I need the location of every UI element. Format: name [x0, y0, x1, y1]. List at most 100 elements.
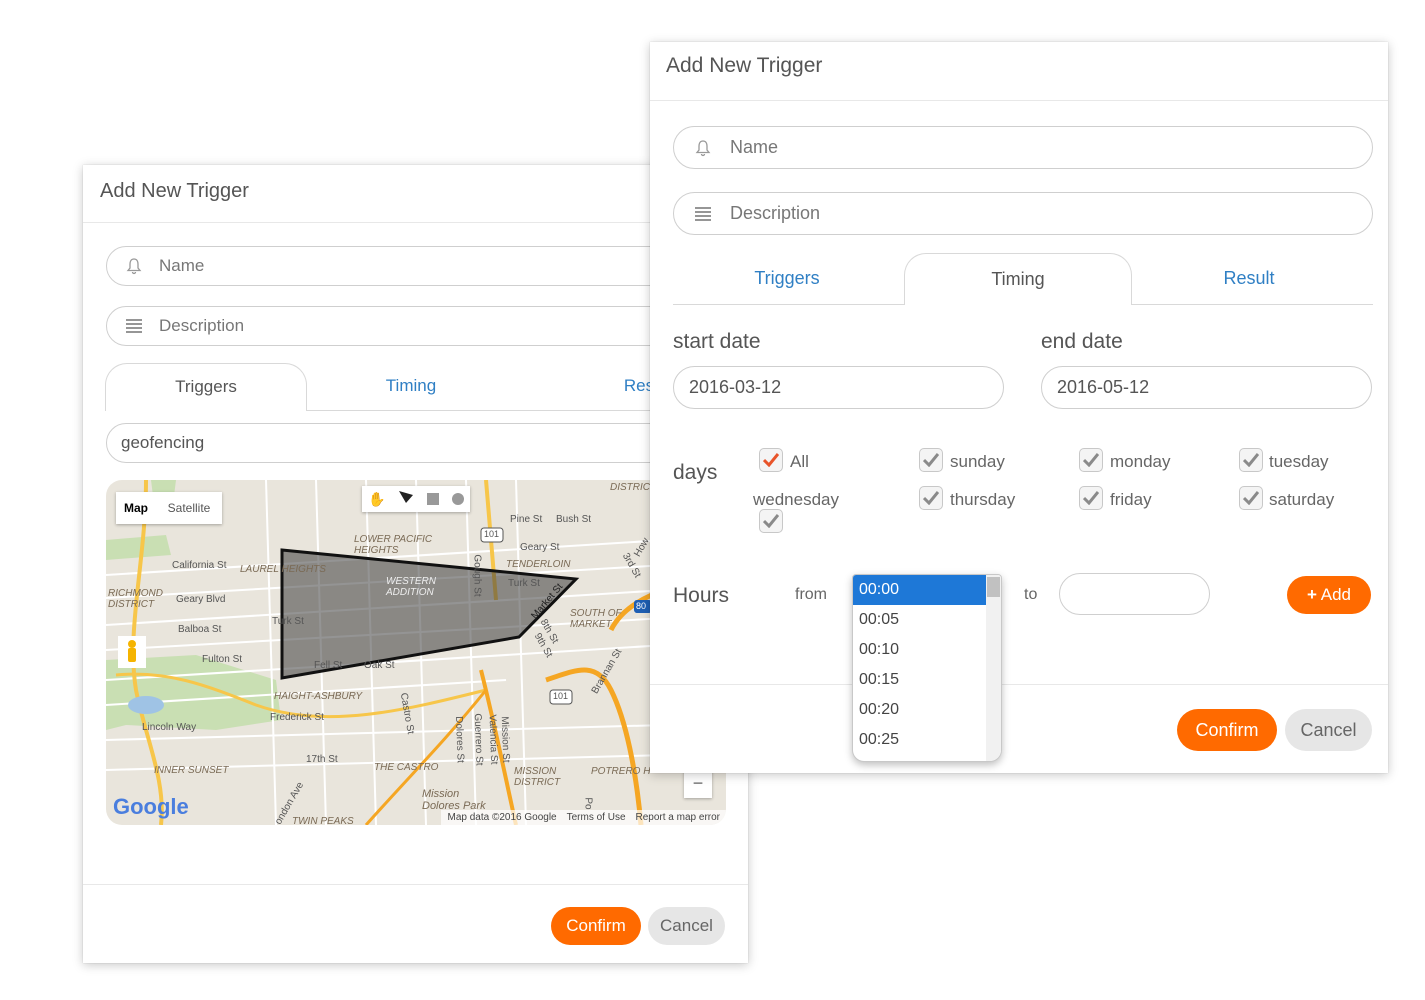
checkbox-wednesday[interactable]	[759, 509, 783, 533]
from-time-dropdown[interactable]: 00:00 00:05 00:10 00:15 00:20 00:25	[852, 574, 1002, 762]
checkbox-saturday[interactable]	[1239, 486, 1263, 510]
start-date-label: start date	[673, 330, 761, 353]
report-error-link[interactable]: Report a map error	[636, 812, 720, 823]
checkbox-friday[interactable]	[1079, 486, 1103, 510]
checkbox-thursday[interactable]	[919, 486, 943, 510]
google-logo: Google	[113, 794, 189, 819]
check-icon	[763, 514, 779, 528]
name-placeholder: Name	[159, 256, 205, 275]
check-icon	[1243, 453, 1259, 467]
check-icon	[1243, 491, 1259, 505]
map-label-mission: MISSION DISTRICT	[514, 766, 561, 788]
map-type-satellite[interactable]: Satellite	[156, 492, 222, 524]
tab-baseline-left	[673, 304, 904, 305]
check-icon	[923, 491, 939, 505]
front-dialog: Add New Trigger Name Description Trigger…	[650, 42, 1388, 773]
map-footer: Map data ©2016 Google Terms of Use Repor…	[441, 810, 726, 825]
street-label: Fell St	[314, 660, 343, 671]
map-type-control: Map Satellite	[116, 492, 222, 524]
trigger-type-select[interactable]: geofencing	[106, 423, 706, 463]
tab-result[interactable]: Result	[1135, 254, 1363, 302]
plus-icon: +	[1307, 585, 1317, 604]
map-type-map[interactable]: Map	[116, 492, 156, 524]
map-label-castro: THE CASTRO	[374, 762, 439, 773]
checkbox-monday[interactable]	[1079, 448, 1103, 472]
add-label: Add	[1320, 585, 1351, 604]
name-field[interactable]: Name	[673, 126, 1373, 169]
title-divider	[650, 100, 1388, 101]
hand-icon[interactable]: ✋	[368, 491, 385, 508]
street-label: Gough St	[471, 554, 483, 597]
confirm-button[interactable]: Confirm	[1177, 709, 1277, 751]
description-placeholder: Description	[159, 316, 245, 335]
time-option[interactable]: 00:05	[853, 605, 987, 635]
map-label-western: WESTERN ADDITION	[386, 576, 436, 598]
check-icon	[923, 453, 939, 467]
polygon-icon[interactable]	[398, 490, 414, 509]
scrollbar-thumb[interactable]	[987, 577, 1000, 597]
checkbox-sunday[interactable]	[919, 448, 943, 472]
tab-timing[interactable]: Timing	[904, 253, 1132, 305]
checkbox-all-label: All	[790, 452, 809, 471]
rectangle-icon[interactable]	[427, 493, 440, 505]
street-label: Po	[582, 797, 594, 810]
time-option[interactable]: 00:20	[853, 695, 987, 725]
terms-link[interactable]: Terms of Use	[567, 812, 626, 823]
street-label: Turk St	[508, 578, 540, 589]
dialog-title: Add New Trigger	[666, 54, 823, 77]
zoom-out-button[interactable]: −	[684, 770, 712, 798]
street-label: Oak St	[364, 660, 395, 671]
time-option[interactable]: 00:00	[853, 575, 987, 605]
time-option[interactable]: 00:15	[853, 665, 987, 695]
check-icon	[763, 453, 779, 467]
street-label: Turk St	[272, 616, 304, 627]
time-option[interactable]: 00:25	[853, 725, 987, 755]
tab-baseline-right	[1132, 304, 1373, 305]
footer-divider	[83, 884, 748, 885]
footer-divider	[650, 684, 1388, 685]
name-placeholder: Name	[730, 137, 779, 157]
street-label: Balboa St	[178, 624, 222, 635]
checkbox-all[interactable]	[759, 448, 783, 472]
confirm-button[interactable]: Confirm	[551, 907, 641, 945]
map-label-lower-pacific: LOWER PACIFIC HEIGHTS	[354, 534, 433, 556]
map-label-soma: SOUTH OF MARKET	[570, 608, 622, 630]
add-hours-button[interactable]: + Add	[1287, 576, 1371, 614]
to-time-input[interactable]	[1059, 573, 1210, 615]
map-data-credit: Map data ©2016 Google	[447, 812, 557, 823]
description-field[interactable]: Description	[106, 306, 706, 346]
title-divider	[83, 222, 748, 223]
check-icon	[1083, 453, 1099, 467]
tab-triggers[interactable]: Triggers	[673, 254, 901, 302]
street-label: Valencia St	[486, 714, 500, 765]
map-label-tenderloin: TENDERLOIN	[506, 559, 571, 570]
end-date-value: 2016-05-12	[1057, 377, 1150, 397]
cancel-button[interactable]: Cancel	[1285, 709, 1372, 751]
map-label-laurel: LAUREL HEIGHTS	[240, 564, 326, 575]
checkbox-tuesday-label: tuesday	[1269, 452, 1329, 471]
street-label: Guerrero St	[471, 713, 485, 766]
checkbox-tuesday[interactable]	[1239, 448, 1263, 472]
start-date-input[interactable]: 2016-03-12	[673, 366, 1004, 409]
description-placeholder: Description	[730, 203, 821, 223]
description-field[interactable]: Description	[673, 192, 1373, 235]
end-date-input[interactable]: 2016-05-12	[1041, 366, 1372, 409]
cancel-button[interactable]: Cancel	[648, 907, 725, 945]
bell-icon	[692, 137, 714, 159]
lines-icon	[123, 315, 145, 337]
street-label: Geary Blvd	[176, 594, 226, 605]
highway-shield: 101	[553, 691, 569, 701]
hours-label: Hours	[673, 584, 730, 607]
map-label-potrero: POTRERO H	[591, 766, 651, 777]
start-date-value: 2016-03-12	[689, 377, 782, 397]
dropdown-scrollbar[interactable]	[986, 575, 1001, 761]
geofence-map[interactable]: Map Satellite ✋ LOWER PACIFIC HEIGHTS LA…	[106, 480, 726, 825]
circle-icon[interactable]	[451, 493, 464, 505]
map-label-dolores-park: Mission Dolores Park	[422, 788, 486, 812]
time-option[interactable]: 00:10	[853, 635, 987, 665]
checkbox-thursday-label: thursday	[950, 490, 1016, 509]
name-field[interactable]: Name	[106, 246, 706, 286]
tab-triggers[interactable]: Triggers	[105, 363, 307, 411]
tab-timing[interactable]: Timing	[311, 363, 511, 409]
trigger-type-value: geofencing	[121, 433, 205, 452]
